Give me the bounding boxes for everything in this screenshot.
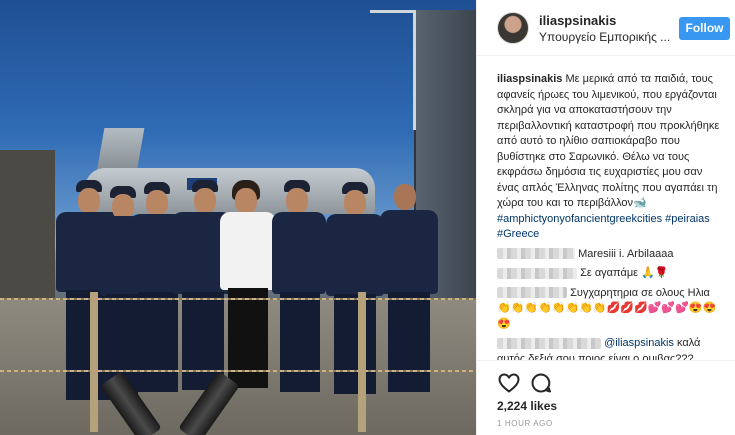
likes-count[interactable]: 2,224 likes <box>497 399 557 413</box>
blurred-username <box>497 287 567 299</box>
comments-list[interactable]: iliaspsinakis Με μερικά από τα παιδιά, τ… <box>477 56 735 360</box>
deck-post <box>358 292 366 432</box>
caption-username[interactable]: iliaspsinakis <box>497 73 562 85</box>
hashtag-link[interactable]: #amphictyonyofancientgreekcities <box>497 213 662 225</box>
hashtag-link[interactable]: #peiraias <box>665 213 710 225</box>
caption-text: Με μερικά από τα παιδιά, τους αφανείς ήρ… <box>497 73 720 209</box>
ship-railing <box>370 10 416 130</box>
deck-post <box>90 292 98 432</box>
location-link[interactable]: Υπουργείο Εμπορικής ... <box>539 30 670 44</box>
comment-text: Σε αγαπάμε 🙏🌹 <box>580 267 669 279</box>
blurred-username <box>497 248 575 260</box>
header-username[interactable]: iliaspsinakis <box>539 13 616 28</box>
comment: Συγχαρητηρια σε ολους Ηλια👏👏👏👏👏👏👏👏💋💋💋💕💕💕… <box>497 286 722 333</box>
comment: Maresiii i. Arbilaaaa <box>497 247 722 263</box>
heart-icon[interactable] <box>497 371 521 395</box>
follow-button[interactable]: Follow <box>679 17 730 40</box>
blurred-username <box>497 337 601 349</box>
deck-rope <box>0 298 476 300</box>
comment-text: Maresiii i. Arbilaaaa <box>578 247 674 260</box>
mention-link[interactable]: @iliaspsinakis <box>604 337 674 349</box>
avatar[interactable] <box>497 12 529 44</box>
deck-rope <box>0 370 476 372</box>
blurred-username <box>497 267 577 279</box>
post-header: iliaspsinakis Υπουργείο Εμπορικής ... Fo… <box>477 0 735 56</box>
post-timestamp[interactable]: 1 hour ago <box>497 419 553 428</box>
post-actions: 2,224 likes 1 hour ago <box>477 360 735 435</box>
comment: Σε αγαπάμε 🙏🌹 <box>497 266 722 282</box>
comment-bubble-icon[interactable] <box>529 371 553 395</box>
comment: @iliaspsinakis καλά αυτός δεξιά σου ποιο… <box>497 336 722 360</box>
hashtag-link[interactable]: #Greece <box>497 228 539 240</box>
post-caption: iliaspsinakis Με μερικά από τα παιδιά, τ… <box>497 72 722 243</box>
post-side-panel: iliaspsinakis Υπουργείο Εμπορικής ... Fo… <box>476 0 735 435</box>
post-photo[interactable] <box>0 0 476 435</box>
